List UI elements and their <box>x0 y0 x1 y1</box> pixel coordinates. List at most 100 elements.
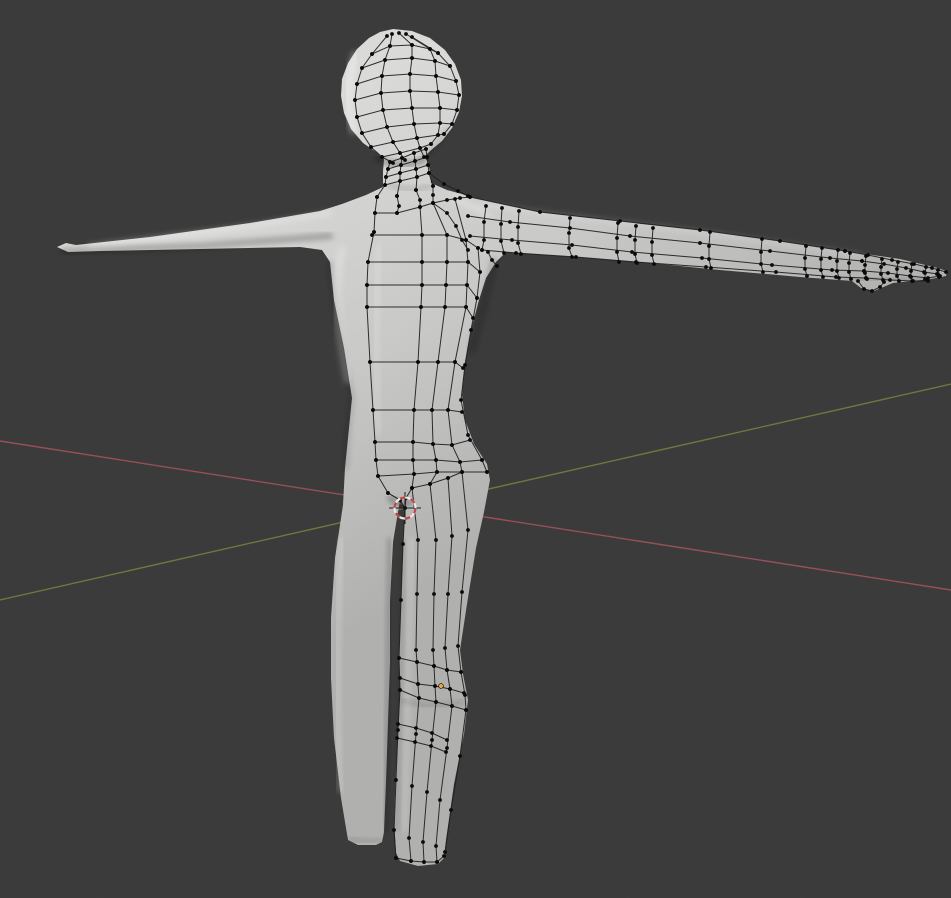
mesh-vertex[interactable] <box>897 279 901 283</box>
mesh-vertex[interactable] <box>923 271 927 275</box>
mesh-vertex[interactable] <box>445 746 449 750</box>
mesh-vertex[interactable] <box>391 140 395 144</box>
mesh-vertex[interactable] <box>380 74 384 78</box>
mesh-vertex[interactable] <box>397 204 401 208</box>
mesh-vertex[interactable] <box>847 261 851 265</box>
mesh-vertex[interactable] <box>471 316 475 320</box>
mesh-vertex[interactable] <box>383 183 387 187</box>
mesh-vertex[interactable] <box>417 696 421 700</box>
mesh-vertex[interactable] <box>466 260 470 264</box>
mesh-vertex[interactable] <box>448 64 452 68</box>
mesh-vertex[interactable] <box>568 226 572 230</box>
mesh-vertex[interactable] <box>936 268 940 272</box>
mesh-vertex[interactable] <box>460 238 464 242</box>
mesh-vertex[interactable] <box>819 257 823 261</box>
mesh-vertex[interactable] <box>911 279 915 283</box>
mesh-vertex[interactable] <box>415 592 419 596</box>
mesh-vertex[interactable] <box>570 243 574 247</box>
mesh-vertex[interactable] <box>399 598 403 602</box>
mesh-vertex[interactable] <box>422 860 426 864</box>
mesh-vertex[interactable] <box>394 856 398 860</box>
mesh-vertex[interactable] <box>458 196 462 200</box>
mesh-vertex[interactable] <box>830 268 834 272</box>
mesh-vertex[interactable] <box>410 56 414 60</box>
mesh-vertex[interactable] <box>414 167 418 171</box>
mesh-vertex[interactable] <box>434 538 438 542</box>
mesh-vertex[interactable] <box>567 246 571 250</box>
mesh-vertex[interactable] <box>432 592 436 596</box>
mesh-vertex[interactable] <box>445 211 449 215</box>
mesh-vertex[interactable] <box>457 93 461 97</box>
mesh-vertex[interactable] <box>761 270 765 274</box>
mesh-vertex[interactable] <box>416 538 420 542</box>
mesh-vertex[interactable] <box>944 270 948 274</box>
mesh-vertex[interactable] <box>412 122 416 126</box>
mesh-vertex[interactable] <box>408 89 412 93</box>
mesh-vertex[interactable] <box>381 108 385 112</box>
mesh-vertex[interactable] <box>456 189 460 193</box>
mesh-vertex[interactable] <box>380 155 384 159</box>
mesh-vertex[interactable] <box>370 52 374 56</box>
mesh-vertex[interactable] <box>444 283 448 287</box>
mesh-vertex[interactable] <box>821 275 825 279</box>
mesh-vertex[interactable] <box>514 251 518 255</box>
mesh-vertex[interactable] <box>444 750 448 754</box>
mesh-vertex[interactable] <box>805 274 809 278</box>
mesh-vertex[interactable] <box>455 108 459 112</box>
mesh-vertex[interactable] <box>397 656 401 660</box>
mesh-vertex[interactable] <box>465 283 469 287</box>
mesh-vertex[interactable] <box>478 270 482 274</box>
mesh-vertex[interactable] <box>616 221 620 225</box>
mesh-vertex[interactable] <box>634 224 638 228</box>
mesh-vertex[interactable] <box>886 271 890 275</box>
mesh-vertex[interactable] <box>365 283 369 287</box>
mesh-vertex[interactable] <box>397 31 401 35</box>
mesh-vertex[interactable] <box>418 205 422 209</box>
mesh-vertex[interactable] <box>709 266 713 270</box>
mesh-vertex[interactable] <box>413 159 417 163</box>
mesh-vertex[interactable] <box>450 122 454 126</box>
mesh-vertex[interactable] <box>650 253 654 257</box>
mesh-vertex[interactable] <box>466 528 470 532</box>
mesh-vertex[interactable] <box>453 197 457 201</box>
mesh-vertex[interactable] <box>708 230 712 234</box>
mesh-vertex[interactable] <box>412 151 416 155</box>
mesh-vertex[interactable] <box>438 798 442 802</box>
mesh-vertex[interactable] <box>510 238 514 242</box>
mesh-vertex[interactable] <box>568 216 572 220</box>
mesh-vertex[interactable] <box>395 194 399 198</box>
mesh-vertex[interactable] <box>410 486 414 490</box>
mesh-vertex[interactable] <box>436 90 440 94</box>
mesh-vertex[interactable] <box>395 211 399 215</box>
mesh-vertex[interactable] <box>425 155 429 159</box>
mesh-vertex[interactable] <box>482 238 486 242</box>
mesh-vertex[interactable] <box>617 260 621 264</box>
mesh-vertex[interactable] <box>500 206 504 210</box>
mesh-vertex[interactable] <box>454 224 458 228</box>
mesh-vertex[interactable] <box>430 408 434 412</box>
mesh-vertex[interactable] <box>420 260 424 264</box>
mesh-vertex[interactable] <box>365 305 369 309</box>
mesh-vertex[interactable] <box>849 277 853 281</box>
mesh-vertex[interactable] <box>516 225 520 229</box>
mesh-vertex[interactable] <box>633 238 637 242</box>
mesh-vertex[interactable] <box>930 266 934 270</box>
mesh-vertex[interactable] <box>517 209 521 213</box>
mesh-vertex[interactable] <box>431 442 435 446</box>
mesh-vertex[interactable] <box>468 234 472 238</box>
mesh-vertex[interactable] <box>374 458 378 462</box>
mesh-vertex[interactable] <box>436 133 440 137</box>
mesh-vertex[interactable] <box>461 366 465 370</box>
mesh-vertex[interactable] <box>450 704 454 708</box>
mesh-vertex[interactable] <box>369 145 373 149</box>
mesh-vertex[interactable] <box>398 688 402 692</box>
mesh-vertex[interactable] <box>896 260 900 264</box>
mesh-vertex[interactable] <box>434 74 438 78</box>
mesh-vertex[interactable] <box>425 790 429 794</box>
mesh-vertex[interactable] <box>890 258 894 262</box>
mesh-vertex[interactable] <box>803 256 807 260</box>
mesh-vertex[interactable] <box>396 728 400 732</box>
mesh-vertex[interactable] <box>426 163 430 167</box>
mesh-vertex[interactable] <box>410 43 414 47</box>
mesh-vertex[interactable] <box>414 732 418 736</box>
